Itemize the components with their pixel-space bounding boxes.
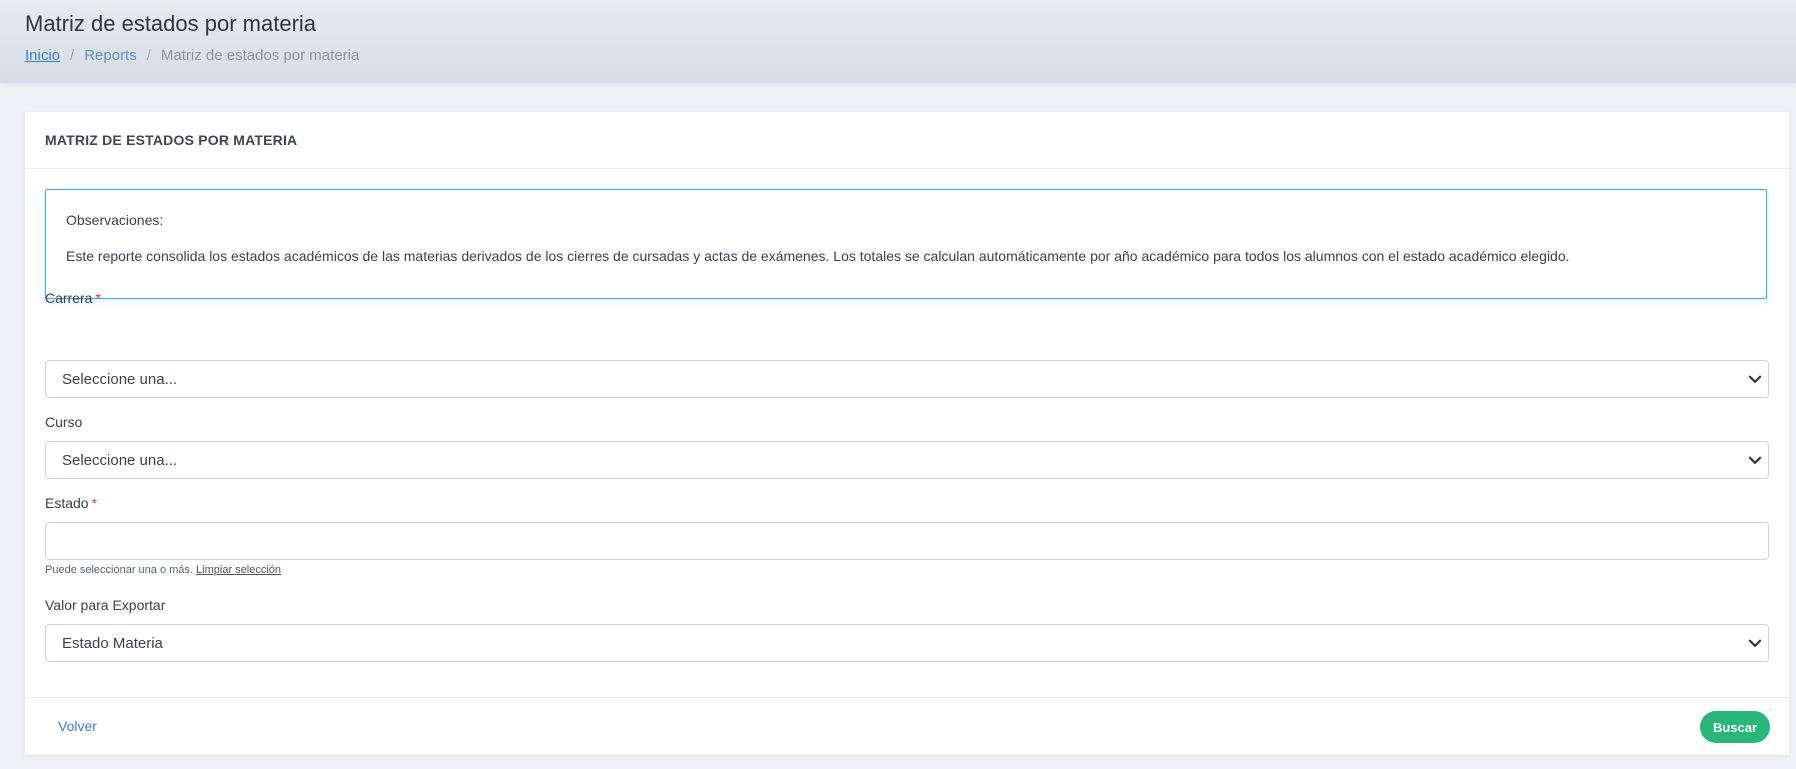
carrera-label: Carrera *: [45, 290, 101, 306]
observations-notice: Observaciones: Este reporte consolida lo…: [45, 189, 1767, 299]
breadcrumb-reports-link[interactable]: Reports: [84, 47, 137, 64]
curso-label: Curso: [45, 414, 82, 430]
card-header: MATRIZ DE ESTADOS POR MATERIA: [25, 112, 1789, 169]
valor-exportar-select-value: Estado Materia: [62, 635, 163, 652]
card-title: MATRIZ DE ESTADOS POR MATERIA: [45, 132, 298, 148]
curso-select-value: Seleccione una...: [62, 452, 178, 469]
clear-selection-link[interactable]: Limpiar selección: [196, 564, 281, 576]
card-footer: Volver Buscar: [25, 697, 1789, 756]
back-button[interactable]: Volver: [58, 718, 97, 734]
chevron-down-icon: [1748, 456, 1762, 464]
valor-exportar-label: Valor para Exportar: [45, 597, 165, 613]
curso-label-text: Curso: [45, 414, 83, 430]
estado-label-text: Estado: [45, 495, 89, 511]
estado-help-text: Puede seleccionar una o más. Limpiar sel…: [45, 564, 281, 576]
chevron-down-icon: [1748, 375, 1762, 383]
breadcrumb-separator: /: [70, 47, 75, 64]
required-mark: *: [95, 290, 101, 306]
estado-multiselect[interactable]: [45, 522, 1769, 560]
curso-select[interactable]: Seleccione una...: [45, 441, 1769, 479]
breadcrumb: Inicio / Reports / Matriz de estados por…: [25, 47, 359, 64]
carrera-select[interactable]: Seleccione una...: [45, 360, 1769, 398]
notice-body: Este reporte consolida los estados acadé…: [66, 248, 1570, 264]
breadcrumb-separator: /: [146, 47, 151, 64]
valor-exportar-label-text: Valor para Exportar: [45, 597, 166, 613]
search-button[interactable]: Buscar: [1700, 711, 1770, 743]
page-title: Matriz de estados por materia: [25, 11, 317, 36]
estado-help-message: Puede seleccionar una o más.: [45, 564, 193, 576]
chevron-down-icon: [1748, 639, 1762, 647]
required-mark: *: [91, 495, 98, 511]
notice-title: Observaciones:: [66, 212, 164, 228]
estado-label: Estado *: [45, 495, 97, 511]
page-header: Matriz de estados por materia Inicio / R…: [0, 0, 1796, 83]
report-card: MATRIZ DE ESTADOS POR MATERIA Observacio…: [25, 112, 1789, 755]
carrera-label-text: Carrera: [45, 290, 93, 306]
breadcrumb-home-link[interactable]: Inicio: [25, 47, 60, 64]
breadcrumb-current: Matriz de estados por materia: [160, 47, 360, 64]
carrera-select-value: Seleccione una...: [62, 371, 178, 388]
valor-exportar-select[interactable]: Estado Materia: [45, 624, 1769, 662]
